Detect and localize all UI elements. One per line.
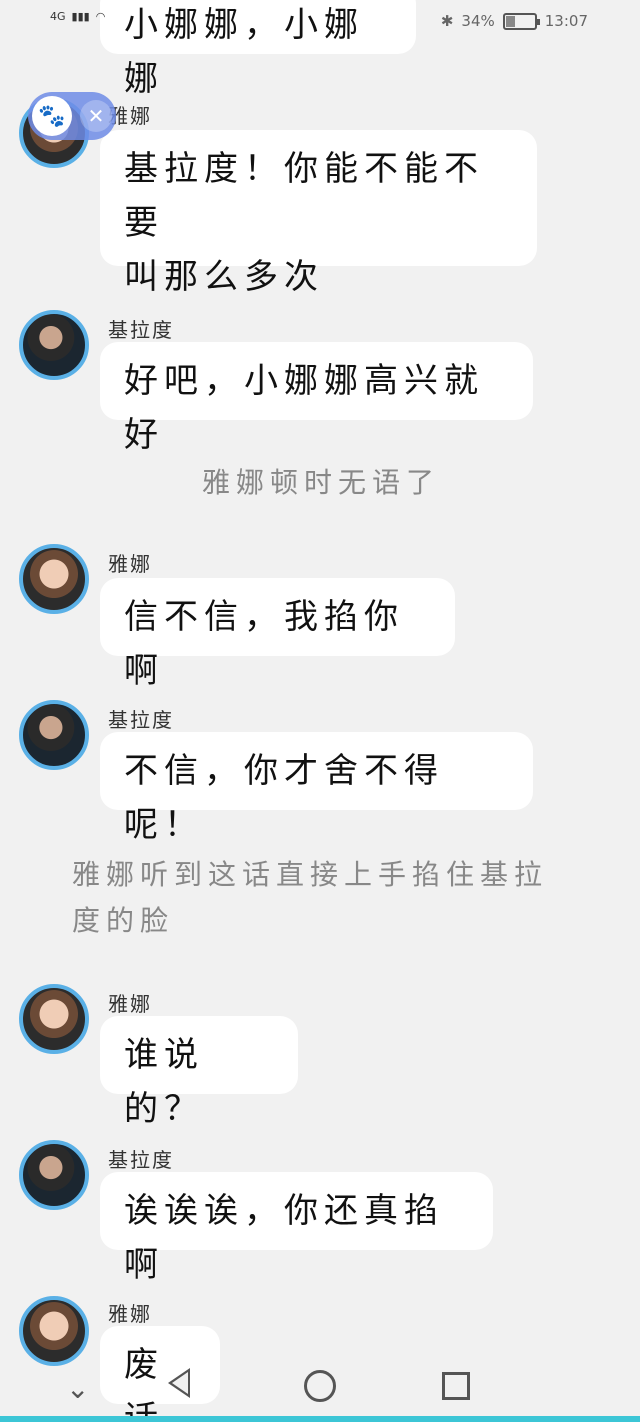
message-bubble: 谁说的？ [100,1016,298,1129]
message-bubble: 不信，你才舍不得呢！ [100,732,533,845]
chevron-down-icon[interactable]: ⌄ [66,1372,89,1405]
message-text: 诶诶诶，你还真掐啊 [124,1191,444,1285]
bluetooth-icon: ✱ [440,12,454,30]
message-text-line: 叫那么多次 [124,257,324,297]
narration-text: 雅娜顿时无语了 [202,466,441,499]
paw-icon[interactable]: 🐾 [32,96,72,136]
message-bubble: 诶诶诶，你还真掐啊 [100,1172,493,1285]
floating-assistant-widget[interactable]: 🐾 ✕ [28,92,116,140]
avatar[interactable] [19,700,89,770]
message-text: 好吧，小娜娜高兴就好 [124,361,484,455]
narration-line: 度的脸 [72,904,175,937]
navigation-bar: ⌄ [0,1350,640,1422]
narration-text: 雅娜听到这话直接上手掐住基拉 度的脸 [72,852,572,944]
sender-name: 基拉度 [108,1148,174,1172]
home-icon[interactable] [304,1370,336,1402]
battery-fill [505,15,516,27]
message-bubble: 信不信，我掐你啊 [100,578,455,691]
sender-name: 雅娜 [108,992,152,1016]
clock: 13:07 [544,12,588,30]
avatar[interactable] [19,310,89,380]
status-left: 4G ▮▮▮ ◠ [50,10,105,23]
message-text: 谁说的？ [124,1035,204,1129]
avatar[interactable] [19,1140,89,1210]
signal-icon: ▮▮▮ [71,10,90,23]
sender-name: 基拉度 [108,318,174,342]
back-icon[interactable] [168,1368,190,1398]
recent-apps-icon[interactable] [442,1372,470,1400]
sender-name: 雅娜 [108,552,152,576]
network-label: 4G [50,10,66,23]
battery-icon [502,12,540,30]
message-text: 信不信，我掐你啊 [124,597,404,691]
narration-line: 雅娜听到这话直接上手掐住基拉 [72,858,549,891]
wifi-icon: ◠ [95,10,106,23]
status-right: ✱ 34% 13:07 [441,12,588,30]
message-bubble: 基拉度！你能不能不要 叫那么多次 [100,130,537,297]
sender-name: 基拉度 [108,708,174,732]
message-bubble: 好吧，小娜娜高兴就好 [100,342,533,455]
avatar[interactable] [19,984,89,1054]
status-bar: 4G ▮▮▮ ◠ ✱ 34% 13:07 [0,0,640,44]
close-icon[interactable]: ✕ [80,100,112,132]
message-text-line: 基拉度！你能不能不要 [124,149,484,243]
battery-percent: 34% [461,12,495,30]
sender-name: 雅娜 [108,1302,152,1326]
avatar[interactable] [19,544,89,614]
message-text: 不信，你才舍不得呢！ [124,751,444,845]
